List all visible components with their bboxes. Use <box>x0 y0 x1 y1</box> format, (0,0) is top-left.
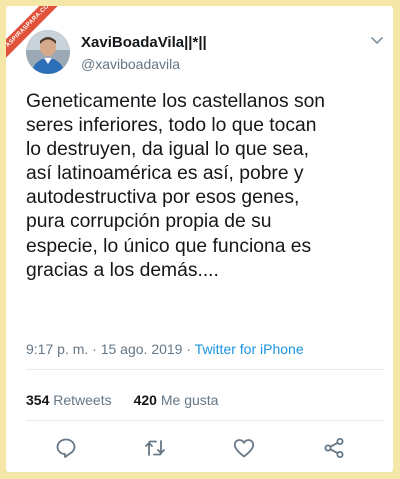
like-button[interactable] <box>232 436 256 460</box>
meta-separator: · <box>92 341 97 357</box>
divider <box>26 420 384 421</box>
divider <box>26 369 384 370</box>
tweet-text-line: así latinoamérica es así, pobre y <box>26 163 304 185</box>
retweets-label: Retweets <box>53 392 112 408</box>
action-bar <box>6 436 393 462</box>
retweet-icon <box>145 440 165 456</box>
heart-icon <box>233 439 255 458</box>
likes-stat[interactable]: 420 Me gusta <box>134 392 219 408</box>
likes-label: Me gusta <box>160 392 219 408</box>
tweet-text-line: especie, lo único que funciona es <box>26 235 312 257</box>
share-button[interactable] <box>322 436 346 460</box>
chevron-down-icon[interactable] <box>370 36 384 46</box>
avatar[interactable] <box>26 30 70 74</box>
tweet-text-line: lo destruyen, da igual lo que sea, <box>26 139 309 161</box>
retweet-button[interactable] <box>143 436 167 460</box>
tweet-time[interactable]: 9:17 p. m. <box>26 341 88 357</box>
tweet-text-line: autodestructiva por esos genes, <box>26 187 300 209</box>
tweet-text-line: pura corrupción propia de su <box>26 211 272 233</box>
display-name[interactable]: XaviBoadaVila||*|| <box>81 34 207 51</box>
reply-icon <box>56 438 76 458</box>
retweets-stat[interactable]: 354 Retweets <box>26 392 112 408</box>
reply-button[interactable] <box>54 436 78 460</box>
user-handle[interactable]: @xaviboadavila <box>81 56 180 72</box>
tweet-source-link[interactable]: Twitter for iPhone <box>195 341 304 357</box>
tweet-date[interactable]: 15 ago. 2019 <box>101 341 183 357</box>
likes-count: 420 <box>133 392 157 408</box>
tweet-text-line: Geneticamente los castellanos son <box>26 91 326 112</box>
retweets-count: 354 <box>26 392 50 408</box>
tweet-text: Geneticamente los castellanos son seres … <box>26 90 391 283</box>
meta-separator: · <box>186 341 192 357</box>
share-icon <box>324 438 344 458</box>
tweet-card: ASPIRASPARA.COM XaviBoadaVila||*|| @xavi… <box>6 6 393 472</box>
engagement-stats: 354 Retweets 420 Me gusta <box>26 392 218 408</box>
tweet-text-line: gracias a los demás.... <box>26 259 219 281</box>
tweet-text-line: seres inferiores, todo lo que tocan <box>26 115 317 137</box>
tweet-metadata: 9:17 p. m. · 15 ago. 2019 · Twitter for … <box>26 341 304 357</box>
